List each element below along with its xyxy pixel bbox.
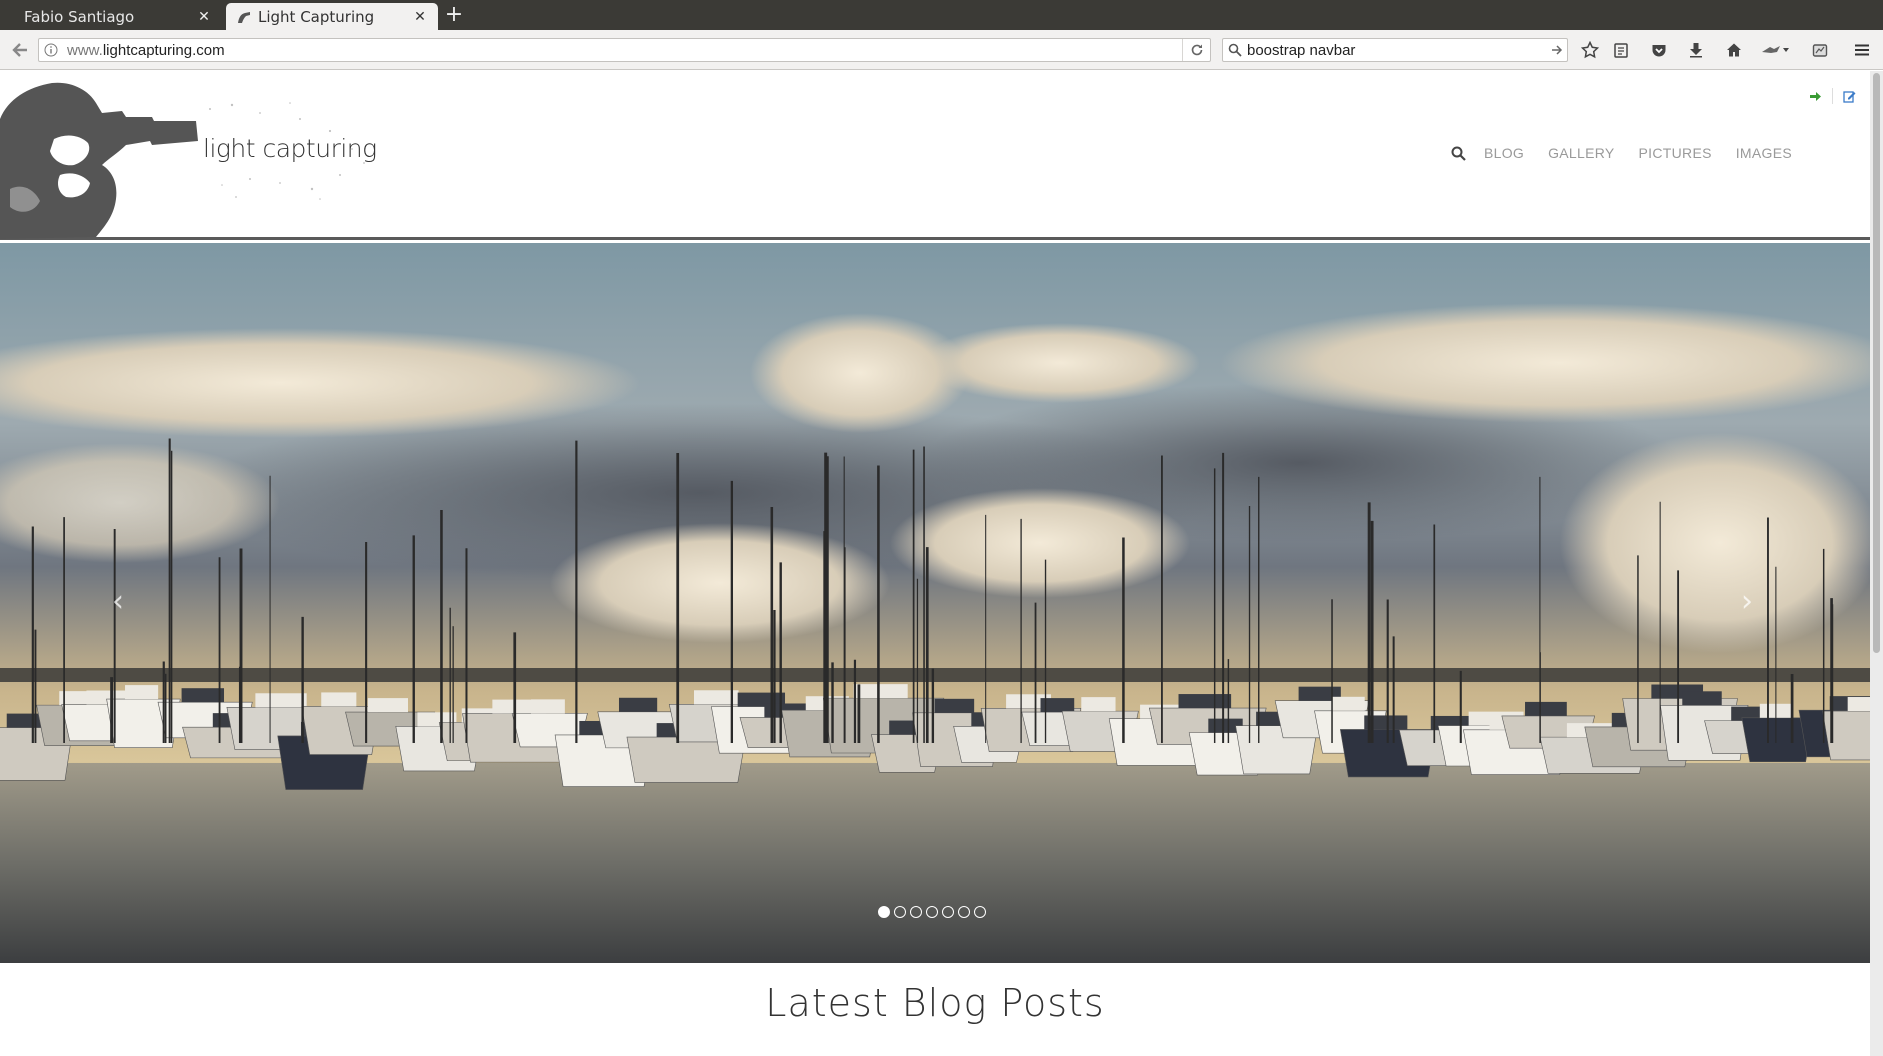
tab-strip: Fabio Santiago ✕ Light Capturing ✕ + [0,0,1883,30]
url-bar[interactable]: www.lightcapturing.com [38,38,1211,62]
carousel-indicator-dot[interactable] [958,906,970,918]
screenshot-icon [1812,44,1828,57]
pocket-icon [1652,45,1666,57]
divider [1832,88,1833,104]
carousel-indicator-dot[interactable] [974,906,986,918]
screenshot-extension-button[interactable] [1808,38,1832,62]
url-domain: lightcapturing.com [102,41,225,59]
downloads-button[interactable] [1684,38,1708,62]
nav-search-button[interactable] [1444,146,1472,161]
info-icon[interactable] [39,43,63,57]
home-icon [1727,43,1741,57]
tab-label: Light Capturing [258,7,375,26]
login-icon[interactable] [1809,90,1822,103]
utility-icons [1809,88,1856,104]
extension-icon [1762,46,1789,53]
search-icon [1451,146,1466,161]
carousel-indicator-dot[interactable] [894,906,906,918]
carousel-indicator-dot[interactable] [942,906,954,918]
carousel-indicator-dot[interactable] [878,906,890,918]
close-tab-icon[interactable]: ✕ [412,9,428,25]
search-input[interactable]: boostrap navbar [1247,42,1547,59]
marina-photo [0,243,1870,963]
reading-list-button[interactable] [1609,38,1633,62]
clipboard-icon [1614,43,1628,58]
reload-icon [1191,44,1202,56]
site-logo[interactable]: light capturing [0,79,380,239]
edit-icon[interactable] [1843,90,1856,103]
nav-item-pictures[interactable]: PICTURES [1639,145,1712,161]
search-bar[interactable]: boostrap navbar [1222,38,1568,62]
url-prefix: www. [67,41,103,59]
nav-item-images[interactable]: IMAGES [1736,145,1792,161]
scrollbar-thumb[interactable] [1873,73,1880,653]
home-button[interactable] [1722,38,1746,62]
star-icon [1581,41,1599,59]
hero-carousel[interactable]: ‹ › [0,243,1870,963]
download-arrow-icon [1690,43,1702,58]
nav-item-blog[interactable]: BLOG [1484,145,1524,161]
carousel-next-button[interactable]: › [1732,581,1762,621]
web-page: light capturing BLOG GALLERY PICTURES IM… [0,71,1870,1056]
reload-button[interactable] [1182,39,1210,61]
nav-toolbar: www.lightcapturing.com boostrap navbar [0,30,1883,70]
main-nav: BLOG GALLERY PICTURES IMAGES [1444,145,1816,161]
page-scrollbar[interactable] [1870,71,1883,1056]
url-text[interactable]: www.lightcapturing.com [63,42,1182,59]
back-button[interactable] [8,38,32,62]
bookmark-star-button[interactable] [1578,38,1602,62]
carousel-indicators [878,906,986,918]
nav-item-gallery[interactable]: GALLERY [1548,145,1614,161]
camera-favicon-icon [238,11,250,23]
tab-light-capturing[interactable]: Light Capturing ✕ [226,3,438,30]
carousel-indicator-dot[interactable] [910,906,922,918]
extension-dropdown-button[interactable] [1758,38,1792,62]
carousel-prev-button[interactable]: ‹ [103,581,133,621]
hamburger-menu-icon [1855,44,1869,56]
back-arrow-icon [12,43,27,57]
site-header: light capturing BLOG GALLERY PICTURES IM… [0,71,1870,240]
pocket-button[interactable] [1647,38,1671,62]
search-icon [1223,43,1247,57]
new-tab-button[interactable]: + [443,4,465,26]
tab-label: Fabio Santiago [24,7,135,26]
close-tab-icon[interactable]: ✕ [196,9,212,25]
tab-fabio-santiago[interactable]: Fabio Santiago ✕ [0,3,222,30]
search-go-icon[interactable] [1547,44,1567,56]
carousel-indicator-dot[interactable] [926,906,938,918]
logo-text: light capturing [203,134,377,163]
latest-blog-posts-heading: Latest Blog Posts [765,981,1105,1025]
menu-button[interactable] [1850,38,1874,62]
